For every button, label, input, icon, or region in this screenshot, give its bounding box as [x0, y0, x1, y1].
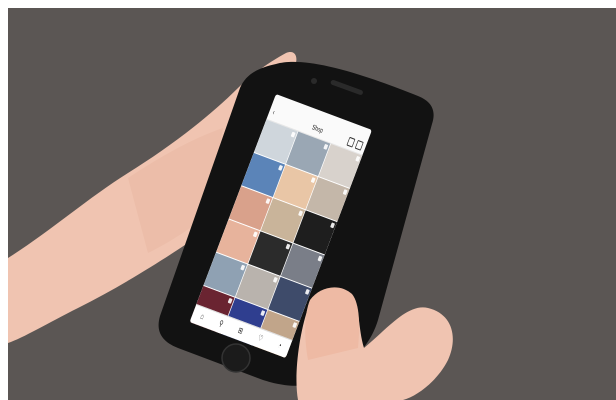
shopping-tag-icon: [330, 222, 336, 229]
shopping-tag-icon: [317, 255, 323, 262]
header-icons: [346, 136, 364, 151]
shopping-tag-icon: [253, 231, 259, 238]
shopping-tag-icon: [304, 288, 310, 295]
shopping-tag-icon: [285, 243, 291, 250]
shopping-tag-icon: [278, 164, 284, 171]
list-icon[interactable]: [354, 139, 364, 151]
right-thumb: [305, 287, 360, 360]
shopping-tag-icon: [272, 276, 278, 283]
shopping-tag-icon: [292, 322, 298, 329]
shopping-tag-icon: [355, 155, 361, 162]
profile-icon[interactable]: ◔: [277, 341, 283, 351]
heart-icon[interactable]: ♡: [257, 333, 265, 343]
shopping-tag-icon: [265, 198, 271, 205]
shopping-tag-icon: [260, 310, 266, 316]
add-icon[interactable]: ⊞: [237, 326, 245, 336]
shopping-tag-icon: [310, 177, 316, 183]
search-icon[interactable]: ⚲: [218, 319, 225, 329]
shopping-tag-icon: [227, 297, 233, 304]
shopping-tag-icon: [342, 189, 348, 196]
shopping-tag-icon: [290, 131, 296, 138]
shopping-tag-icon: [240, 264, 246, 271]
page-title: Shop: [311, 123, 325, 135]
shopping-tag-icon: [297, 210, 303, 217]
chevron-left-icon[interactable]: ‹: [271, 108, 276, 117]
shopping-tag-icon: [323, 143, 329, 150]
photo: ‹ Shop ⌂ ⚲ ⊞ ♡ ◔: [8, 8, 616, 400]
home-icon[interactable]: ⌂: [199, 312, 205, 322]
bag-icon[interactable]: [346, 136, 356, 148]
